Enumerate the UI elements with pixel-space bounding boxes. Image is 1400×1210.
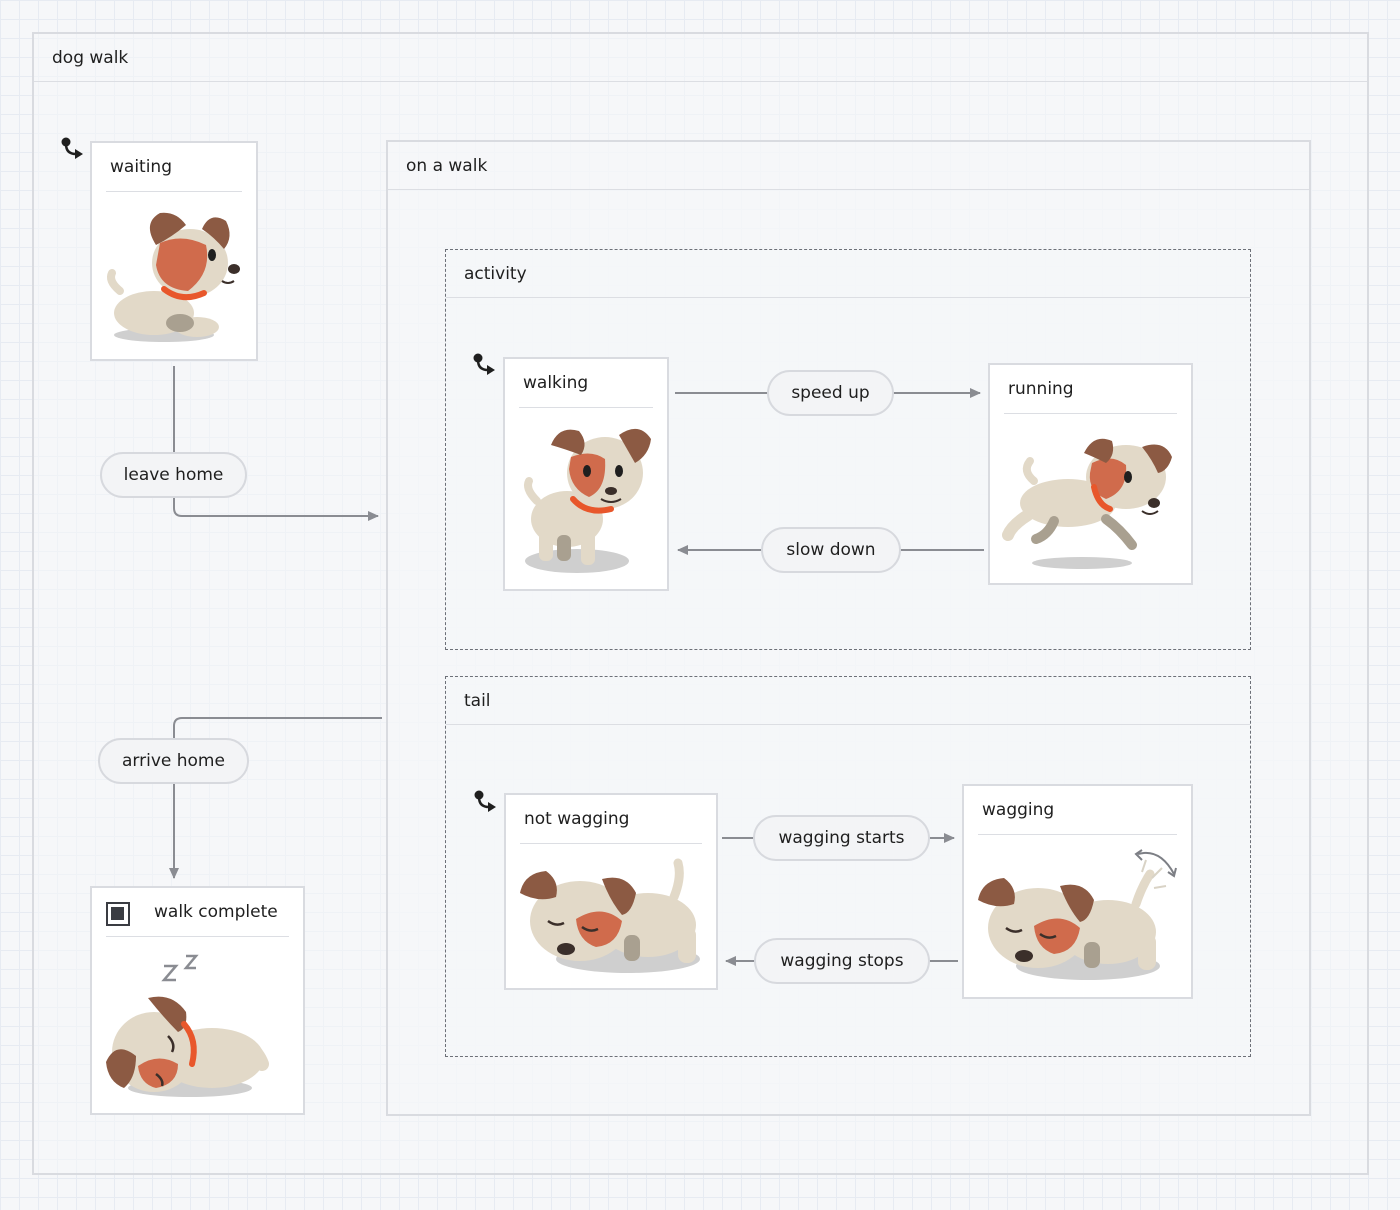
state-divider <box>978 834 1177 835</box>
state-wagging-title: wagging <box>982 800 1055 820</box>
state-wagging[interactable]: wagging <box>962 784 1193 999</box>
state-divider <box>520 843 702 844</box>
dog-tail-still-image <box>520 858 700 973</box>
transition-speed-up-button[interactable]: speed up <box>767 370 894 416</box>
initial-state-icon <box>474 790 496 812</box>
zzz-icon <box>161 954 199 982</box>
state-running-title: running <box>1008 379 1074 399</box>
initial-state-icon <box>61 137 83 159</box>
dog-lying-awake-image <box>107 212 240 342</box>
state-walk-complete[interactable]: walk complete <box>90 886 305 1115</box>
state-walk-complete-title: walk complete <box>154 902 278 922</box>
state-divider <box>519 407 653 408</box>
dog-walking-image <box>524 428 651 573</box>
state-divider <box>1004 413 1177 414</box>
dog-tail-wagging-image <box>978 849 1177 980</box>
state-not-wagging[interactable]: not wagging <box>504 793 718 990</box>
transition-leave-home-button[interactable]: leave home <box>100 452 247 498</box>
state-divider <box>106 936 289 937</box>
transition-arrive-home-button[interactable]: arrive home <box>98 738 249 784</box>
state-waiting[interactable]: waiting <box>90 141 258 361</box>
state-waiting-title: waiting <box>110 157 172 177</box>
state-not-wagging-title: not wagging <box>524 809 630 829</box>
state-divider <box>106 191 242 192</box>
dog-sleeping-image <box>106 954 269 1097</box>
state-running[interactable]: running <box>988 363 1193 585</box>
transition-wagging-starts-button[interactable]: wagging starts <box>753 815 930 861</box>
initial-state-icon <box>473 353 495 375</box>
transition-wagging-stops-button[interactable]: wagging stops <box>754 938 930 984</box>
final-state-icon <box>106 902 130 926</box>
state-walking[interactable]: walking <box>503 357 669 591</box>
dog-running-image <box>1002 438 1172 569</box>
state-walking-title: walking <box>523 373 589 393</box>
transition-slow-down-button[interactable]: slow down <box>761 527 901 573</box>
